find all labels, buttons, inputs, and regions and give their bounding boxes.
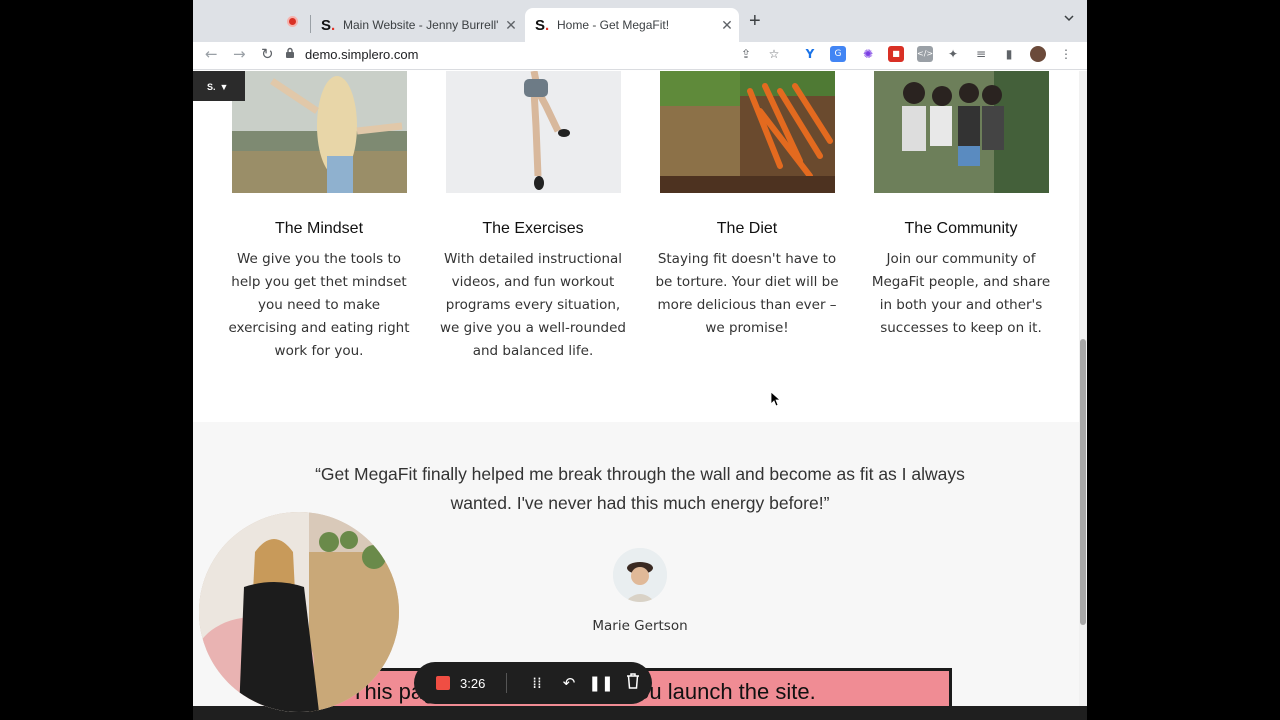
screen-frame: S. Main Website - Jenny Burrell's ✕ S. H…	[0, 0, 1280, 720]
trash-icon[interactable]	[617, 673, 649, 693]
divider	[506, 673, 507, 693]
mindset-photo	[231, 71, 407, 193]
profile-avatar[interactable]	[1030, 46, 1046, 62]
kebab-menu-icon[interactable]: ⋮	[1058, 46, 1074, 62]
url-text: demo.simplero.com	[305, 46, 419, 62]
tab-title: Home - Get MegaFit!	[557, 18, 670, 32]
grid-dots-icon[interactable]: ⁞⁞	[521, 674, 553, 692]
caret-down-icon: ▼	[219, 81, 229, 92]
page-scrollbar[interactable]	[1079, 71, 1087, 720]
community-photo	[873, 71, 1049, 193]
feature-description: With detailed instructional videos, and …	[440, 251, 626, 359]
feature-description: Staying fit doesn't have to be torture. …	[655, 251, 839, 336]
translate-extension-icon[interactable]: G	[830, 46, 846, 62]
pause-icon[interactable]: ❚❚	[585, 674, 617, 692]
feature-diet: The Diet Staying fit doesn't have to be …	[652, 71, 842, 340]
media-queue-icon[interactable]: ≡	[973, 46, 989, 62]
recording-timer: 3:26	[460, 675, 486, 691]
new-tab-button[interactable]: +	[749, 10, 761, 33]
tab-main-website[interactable]: S. Main Website - Jenny Burrell's ✕	[311, 8, 523, 42]
tab-home-megafit[interactable]: S. Home - Get MegaFit! ✕	[525, 8, 739, 42]
exercises-photo	[445, 71, 621, 193]
address-bar[interactable]: demo.simplero.com	[285, 42, 785, 66]
bottom-edge-bar	[193, 706, 1087, 720]
forward-arrow-icon[interactable]: →	[233, 45, 246, 63]
diet-photo	[659, 71, 835, 193]
webcam-bubble[interactable]	[199, 512, 399, 712]
simplero-favicon-icon: S.	[321, 16, 336, 34]
browser-toolbar: ← → ↻ demo.simplero.com ⇪ ☆ Y G ✺ ■ </> …	[193, 42, 1087, 70]
feature-title: The Exercises	[482, 220, 584, 237]
feature-description: Join our community of MegaFit people, an…	[871, 251, 1051, 336]
reload-icon[interactable]: ↻	[261, 45, 274, 63]
bookmark-star-icon[interactable]: ☆	[766, 46, 782, 62]
feature-community: The Community Join our community of Mega…	[866, 71, 1056, 340]
share-icon[interactable]: ⇪	[738, 46, 754, 62]
simplero-logo: S.	[207, 81, 216, 92]
tab-strip: S. Main Website - Jenny Burrell's ✕ S. H…	[193, 0, 1087, 42]
extensions-puzzle-icon[interactable]: ✦	[945, 46, 961, 62]
extension-y-icon[interactable]: Y	[802, 46, 818, 62]
code-extension-icon[interactable]: </>	[917, 46, 933, 62]
recording-indicator-icon	[287, 16, 298, 27]
feature-title: The Community	[904, 220, 1018, 237]
feature-exercises: The Exercises With detailed instructiona…	[438, 71, 628, 363]
stop-recording-button[interactable]	[436, 676, 450, 690]
simplero-favicon-icon: S.	[535, 16, 550, 34]
feature-description: We give you the tools to help you get th…	[228, 251, 410, 359]
testimonial-quote: “Get MegaFit finally helped me break thr…	[315, 464, 965, 513]
red-extension-icon[interactable]: ■	[888, 46, 904, 62]
close-tab-icon[interactable]: ✕	[715, 17, 739, 34]
undo-icon[interactable]: ↶	[553, 674, 585, 692]
color-picker-extension-icon[interactable]: ✺	[860, 46, 876, 62]
mouse-cursor-icon	[770, 391, 782, 410]
scrollbar-thumb[interactable]	[1080, 339, 1086, 625]
close-tab-icon[interactable]: ✕	[499, 17, 523, 34]
feature-mindset: The Mindset We give you the tools to hel…	[224, 71, 414, 363]
tab-title: Main Website - Jenny Burrell's	[343, 18, 499, 32]
side-panel-icon[interactable]: ▮	[1001, 46, 1017, 62]
simplero-admin-badge[interactable]: S. ▼	[193, 71, 245, 101]
author-avatar	[613, 548, 667, 602]
feature-title: The Diet	[716, 220, 778, 237]
back-arrow-icon[interactable]: ←	[205, 45, 218, 63]
recorder-controls: 3:26 ⁞⁞ ↶ ❚❚	[414, 662, 652, 704]
lock-icon	[285, 47, 295, 62]
tab-search-chevron-icon[interactable]	[1063, 12, 1075, 27]
feature-title: The Mindset	[274, 220, 364, 237]
